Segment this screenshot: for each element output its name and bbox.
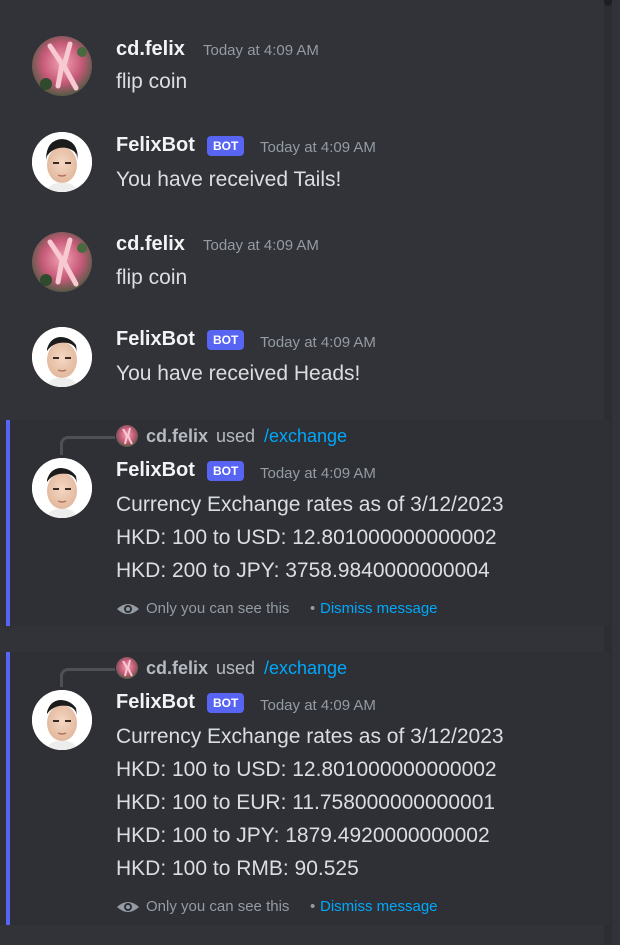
message-line: HKD: 100 to EUR: 11.758000000000001 [116,791,496,814]
avatar-cd-felix[interactable] [32,232,92,292]
bot-tag: BOT [207,693,245,713]
message-username[interactable]: FelixBot [116,459,195,482]
message-timestamp: Today at 4:09 AM [260,697,376,714]
reply-used-label: used [216,658,256,678]
reply-spine [60,436,115,455]
message-line: HKD: 200 to JPY: 3758.9840000000004 [116,559,490,582]
message-1: cd.felix Today at 4:09 AM flip coin [0,0,604,120]
message-username[interactable]: FelixBot [116,134,195,157]
ephemeral-highlight-bar [6,652,10,925]
message-3: cd.felix Today at 4:09 AM flip coin [0,210,604,310]
message-line: HKD: 100 to USD: 12.801000000000002 [116,526,497,549]
reply-used-label: used [216,426,256,446]
message-text: flip coin [116,266,188,289]
reply-username[interactable]: cd.felix [146,658,208,679]
reply-command[interactable]: /exchange [264,658,347,679]
ephemeral-message-2: cd.felix used /exchange FelixBot BOT Tod… [0,652,610,925]
reply-avatar-cd-felix[interactable] [116,425,138,447]
message-line: HKD: 100 to RMB: 90.525 [116,857,359,880]
eye-icon [117,604,139,614]
message-2: FelixBot BOT Today at 4:09 AM You have r… [0,120,604,210]
message-timestamp: Today at 4:09 AM [260,139,376,156]
eye-icon [117,902,139,912]
separator-dot: • [310,600,316,617]
dismiss-message-link[interactable]: Dismiss message [320,898,438,915]
message-username[interactable]: FelixBot [116,691,195,714]
message-timestamp: Today at 4:09 AM [260,334,376,351]
bot-tag: BOT [207,136,245,156]
bot-tag: BOT [207,330,245,350]
message-text: You have received Tails! [116,168,342,191]
message-timestamp: Today at 4:09 AM [203,42,319,59]
message-line: HKD: 100 to JPY: 1879.4920000000002 [116,824,490,847]
message-line: Currency Exchange rates as of 3/12/2023 [116,493,504,516]
avatar-felixbot[interactable] [32,690,92,750]
dismiss-message-link[interactable]: Dismiss message [320,600,438,617]
ephemeral-message-1: cd.felix used /exchange FelixBot BOT Tod… [0,420,610,626]
reply-username[interactable]: cd.felix [146,426,208,447]
message-username[interactable]: FelixBot [116,328,195,351]
message-username[interactable]: cd.felix [116,233,185,256]
message-text: You have received Heads! [116,362,361,385]
message-text: flip coin [116,70,188,93]
reply-command[interactable]: /exchange [264,426,347,447]
only-you-notice: Only you can see this [146,600,290,617]
message-timestamp: Today at 4:09 AM [203,237,319,254]
reply-avatar-cd-felix[interactable] [116,657,138,679]
avatar-felixbot[interactable] [32,458,92,518]
ephemeral-highlight-bar [6,420,10,626]
avatar-felixbot[interactable] [32,327,92,387]
message-timestamp: Today at 4:09 AM [260,465,376,482]
message-username[interactable]: cd.felix [116,38,185,61]
message-line: HKD: 100 to USD: 12.801000000000002 [116,758,497,781]
only-you-notice: Only you can see this [146,898,290,915]
avatar-cd-felix[interactable] [32,36,92,96]
avatar-felixbot[interactable] [32,132,92,192]
reply-spine [60,668,115,687]
message-4: FelixBot BOT Today at 4:09 AM You have r… [0,310,604,410]
bot-tag: BOT [207,461,245,481]
separator-dot: • [310,898,316,915]
message-line: Currency Exchange rates as of 3/12/2023 [116,725,504,748]
